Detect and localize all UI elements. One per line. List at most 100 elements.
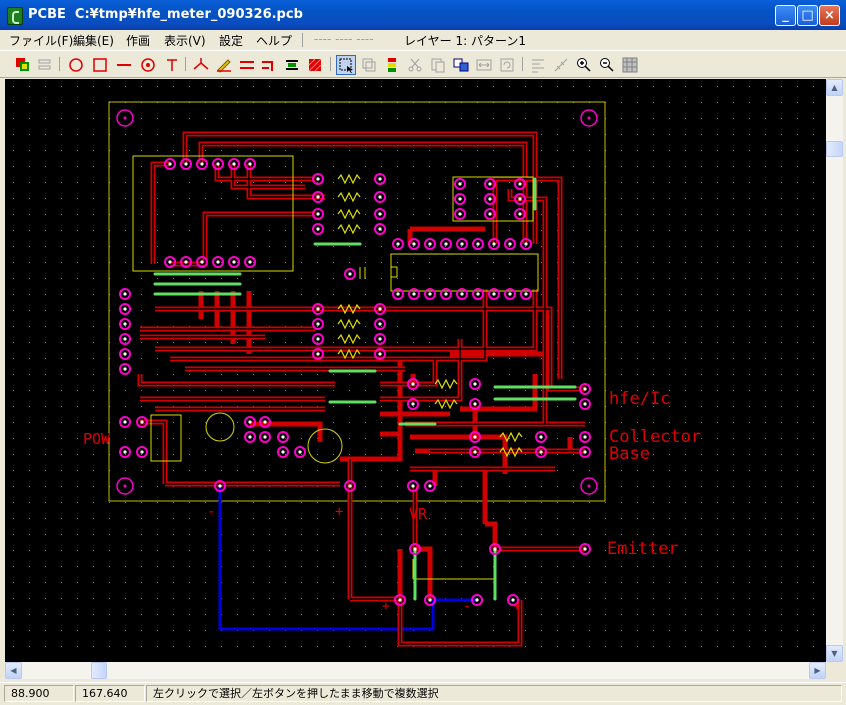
pad-hole [492,292,496,296]
pad-hole [488,197,492,201]
layer-selector[interactable]: レイヤー 1: パターン1 [404,32,526,49]
measure-tool-button[interactable] [551,55,571,75]
corner-line-icon [262,61,273,71]
pad-hole [281,450,285,454]
pad-hole [524,242,528,246]
pad-hole [316,177,320,181]
paste-tool-button[interactable] [428,55,448,75]
pad-hole [123,352,127,356]
zoom-in-button[interactable] [574,55,594,75]
layers-button[interactable] [13,55,33,75]
pad-icon [141,58,155,72]
rect-tool-button[interactable] [90,55,110,75]
arrow-down-icon: ▼ [831,649,838,658]
app-icon[interactable] [7,7,23,25]
scroll-up-button[interactable]: ▲ [826,79,843,96]
pcb-drawing[interactable]: hfe/Ic Collector Base Emitter POW VR - +… [5,79,826,662]
menu-file[interactable]: ファイル(F) [9,32,73,49]
scroll-down-button[interactable]: ▼ [826,645,843,662]
pad-hole [232,162,236,166]
pad-hole [476,242,480,246]
pad-hole [348,272,352,276]
menu-edit[interactable]: 編集(E) [73,32,114,49]
rotate-tool-button[interactable] [497,55,517,75]
swap-tool-button[interactable] [451,55,471,75]
pad-hole [583,547,587,551]
maximize-button[interactable]: □ [797,5,818,26]
via-line-icon [286,60,298,70]
zoom-out-button[interactable] [597,55,617,75]
pad-hole [168,260,172,264]
pad-hole [140,420,144,424]
horizontal-scroll-thumb[interactable] [91,662,107,679]
pad-hole [396,242,400,246]
menu-draw[interactable]: 作画 [126,32,150,49]
pad-hole [184,260,188,264]
group-icon [388,58,396,72]
pad-hole [378,195,382,199]
pad-hole [396,292,400,296]
pad-hole [123,420,127,424]
line-tool-button[interactable] [114,55,134,75]
scroll-right-button[interactable]: ▶ [809,662,826,679]
pad-hole [248,435,252,439]
minimize-button[interactable]: _ [775,5,796,26]
title-bar: PCBE C:¥tmp¥hfe_meter_090326.pcb _ □ × [0,0,846,30]
paste-icon [431,58,445,73]
junction-tool-button[interactable] [191,55,211,75]
mirror-tool-button[interactable] [474,55,494,75]
pad-hole [123,450,127,454]
corner-line-tool-button[interactable] [259,55,279,75]
pad-hole [216,162,220,166]
copy-tool-button[interactable] [359,55,379,75]
layers-disabled-icon [38,59,51,70]
status-bar: 88.900 167.640 左クリックで選択／左ボタンを押したまま移動で複数選… [0,682,846,705]
toolbar-separator [185,57,186,71]
fill-tool-button[interactable] [305,55,325,75]
pad-hole [428,598,432,602]
double-line-tool-button[interactable] [237,55,257,75]
pad-hole [263,420,267,424]
pad-hole [458,197,462,201]
menu-settings[interactable]: 設定 [219,32,243,49]
close-button[interactable]: × [819,5,840,26]
select-tool-button[interactable] [336,55,356,75]
grid-button[interactable] [620,55,640,75]
circle-tool-button[interactable] [66,55,86,75]
pencil-tool-button[interactable] [214,55,234,75]
pad-hole [411,402,415,406]
menu-separator [302,33,303,47]
pad-hole [413,547,417,551]
pad-hole [524,292,528,296]
pad-hole [476,292,480,296]
text-tool-button[interactable] [162,55,182,75]
horizontal-scrollbar[interactable]: ◀ ▶ [5,662,826,679]
vertical-scrollbar[interactable]: ▲ ▼ [826,79,843,662]
pad-tool-button[interactable] [138,55,158,75]
label-minus-2: - [463,599,471,614]
scroll-left-button[interactable]: ◀ [5,662,22,679]
vertical-scroll-thumb[interactable] [826,141,843,157]
pad-hole [460,242,464,246]
pad-hole [378,227,382,231]
sort-tool-button[interactable] [528,55,548,75]
menu-help[interactable]: ヘルプ [256,32,292,49]
pcb-canvas[interactable]: hfe/Ic Collector Base Emitter POW VR - +… [5,79,826,662]
pad-hole [539,435,543,439]
swap-icon [453,58,469,72]
pad-hole [444,242,448,246]
pad-hole [493,547,497,551]
group-tool-button[interactable] [382,55,402,75]
pad-hole [281,435,285,439]
pad-hole [378,352,382,356]
cut-tool-button[interactable] [405,55,425,75]
app-name: PCBE [28,7,66,22]
menu-view[interactable]: 表示(V) [164,32,206,49]
select-icon [339,58,353,73]
pad-hole [492,242,496,246]
pad-hole [123,337,127,341]
pad-hole [428,484,432,488]
layers-disabled-button[interactable] [35,55,55,75]
via-line-tool-button[interactable] [282,55,302,75]
pad-hole [398,598,402,602]
